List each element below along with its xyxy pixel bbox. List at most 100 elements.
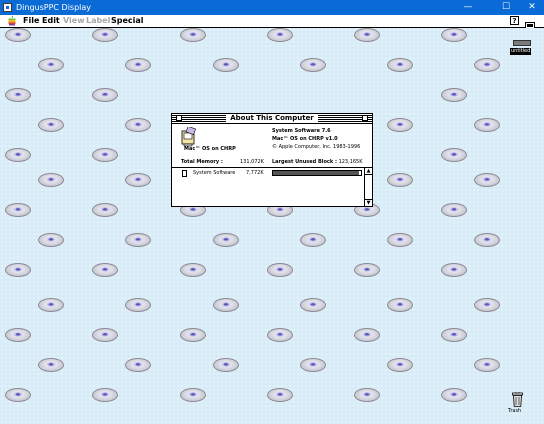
cd-disc-icon[interactable]	[180, 388, 206, 402]
app-memory-bar-fill	[273, 171, 360, 175]
cd-disc-icon[interactable]	[213, 358, 239, 372]
computer-icon	[181, 127, 196, 147]
menu-edit[interactable]: Edit	[42, 15, 60, 27]
menu-view[interactable]: View	[63, 15, 85, 27]
cd-disc-icon[interactable]	[387, 298, 413, 312]
cd-disc-icon[interactable]	[125, 358, 151, 372]
maximize-icon[interactable]: ☐	[494, 0, 518, 15]
cd-disc-icon[interactable]	[441, 203, 467, 217]
cd-disc-icon[interactable]	[387, 233, 413, 247]
cd-disc-icon[interactable]	[125, 233, 151, 247]
cd-disc-icon[interactable]	[300, 233, 326, 247]
cd-disc-icon[interactable]	[441, 88, 467, 102]
cd-disc-icon[interactable]	[38, 358, 64, 372]
cd-disc-icon[interactable]	[92, 148, 118, 162]
cd-disc-icon[interactable]	[267, 388, 293, 402]
cd-disc-icon[interactable]	[441, 388, 467, 402]
window-title: DingusPPC Display	[16, 3, 92, 12]
cd-disc-icon[interactable]	[92, 263, 118, 277]
cd-disc-icon[interactable]	[5, 28, 31, 42]
cd-disc-icon[interactable]	[92, 203, 118, 217]
emulator-window: DingusPPC Display — ☐ ✕ File Edit View L…	[0, 0, 544, 424]
menu-special[interactable]: Special	[111, 15, 144, 27]
cd-disc-icon[interactable]	[5, 88, 31, 102]
cd-disc-icon[interactable]	[213, 58, 239, 72]
zoom-box-icon[interactable]	[362, 115, 368, 121]
cd-disc-icon[interactable]	[354, 388, 380, 402]
trash-icon[interactable]	[512, 392, 523, 407]
cd-disc-icon[interactable]	[5, 388, 31, 402]
cd-disc-icon[interactable]	[387, 58, 413, 72]
hard-disk-label[interactable]: untitled	[510, 48, 532, 55]
cd-disc-icon[interactable]	[125, 298, 151, 312]
cd-disc-icon[interactable]	[5, 328, 31, 342]
cd-disc-icon[interactable]	[38, 58, 64, 72]
cd-disc-icon[interactable]	[180, 28, 206, 42]
window-titlebar[interactable]: DingusPPC Display — ☐ ✕	[0, 0, 544, 15]
cd-disc-icon[interactable]	[474, 173, 500, 187]
minimize-icon[interactable]: —	[456, 0, 480, 15]
cd-disc-icon[interactable]	[267, 263, 293, 277]
cd-disc-icon[interactable]	[125, 173, 151, 187]
cd-disc-icon[interactable]	[5, 203, 31, 217]
cd-disc-icon[interactable]	[300, 58, 326, 72]
cd-disc-icon[interactable]	[92, 388, 118, 402]
cd-disc-icon[interactable]	[474, 118, 500, 132]
scroll-down-icon[interactable]: ▼	[365, 199, 372, 206]
cd-disc-icon[interactable]	[474, 233, 500, 247]
cd-disc-icon[interactable]	[5, 263, 31, 277]
cd-disc-icon[interactable]	[354, 328, 380, 342]
cd-disc-icon[interactable]	[267, 28, 293, 42]
cd-disc-icon[interactable]	[213, 298, 239, 312]
app-memory-list: System Software 7,772K	[172, 168, 364, 206]
cd-disc-icon[interactable]	[474, 298, 500, 312]
about-window-titlebar[interactable]: About This Computer	[172, 114, 372, 124]
app-memory-bar	[272, 170, 362, 176]
cd-disc-icon[interactable]	[180, 328, 206, 342]
menu-file[interactable]: File	[23, 15, 39, 27]
help-icon[interactable]: ?	[510, 16, 519, 25]
cd-disc-icon[interactable]	[387, 358, 413, 372]
cd-disc-icon[interactable]	[441, 328, 467, 342]
largest-block-label: Largest Unused Block :	[272, 159, 337, 165]
cd-disc-icon[interactable]	[354, 263, 380, 277]
total-memory-value: 131,072K	[240, 159, 264, 165]
cd-disc-icon[interactable]	[125, 58, 151, 72]
total-memory: Total Memory :	[181, 159, 223, 166]
trash-label[interactable]: Trash	[508, 408, 521, 414]
cd-disc-icon[interactable]	[38, 298, 64, 312]
app-name: System Software	[193, 170, 236, 176]
cd-disc-icon[interactable]	[180, 263, 206, 277]
cd-disc-icon[interactable]	[92, 328, 118, 342]
cd-disc-icon[interactable]	[387, 173, 413, 187]
app-icon	[3, 3, 12, 12]
about-this-computer-window[interactable]: About This Computer Mac™ OS on CHRP Syst…	[171, 113, 373, 207]
cd-disc-icon[interactable]	[300, 298, 326, 312]
cd-disc-icon[interactable]	[213, 233, 239, 247]
cd-disc-icon[interactable]	[441, 148, 467, 162]
cd-disc-icon[interactable]	[300, 358, 326, 372]
mac-menubar: File Edit View Label Special ?	[0, 15, 544, 31]
desktop[interactable]: untitled Trash About This Computer Mac™ …	[0, 28, 544, 424]
menu-label[interactable]: Label	[86, 15, 110, 27]
vertical-scrollbar[interactable]: ▲ ▼	[364, 168, 372, 206]
cd-disc-icon[interactable]	[125, 118, 151, 132]
cd-disc-icon[interactable]	[92, 28, 118, 42]
close-icon[interactable]: ✕	[520, 0, 544, 15]
cd-disc-icon[interactable]	[474, 358, 500, 372]
cd-disc-icon[interactable]	[5, 148, 31, 162]
cd-disc-icon[interactable]	[441, 263, 467, 277]
application-menu-icon[interactable]	[525, 16, 535, 31]
cd-disc-icon[interactable]	[38, 173, 64, 187]
total-memory-label: Total Memory :	[181, 159, 223, 165]
cd-disc-icon[interactable]	[441, 28, 467, 42]
cd-disc-icon[interactable]	[474, 58, 500, 72]
scroll-up-icon[interactable]: ▲	[365, 168, 372, 175]
hard-disk-icon[interactable]	[513, 40, 531, 46]
cd-disc-icon[interactable]	[267, 328, 293, 342]
cd-disc-icon[interactable]	[92, 88, 118, 102]
cd-disc-icon[interactable]	[387, 118, 413, 132]
cd-disc-icon[interactable]	[354, 28, 380, 42]
cd-disc-icon[interactable]	[38, 118, 64, 132]
cd-disc-icon[interactable]	[38, 233, 64, 247]
